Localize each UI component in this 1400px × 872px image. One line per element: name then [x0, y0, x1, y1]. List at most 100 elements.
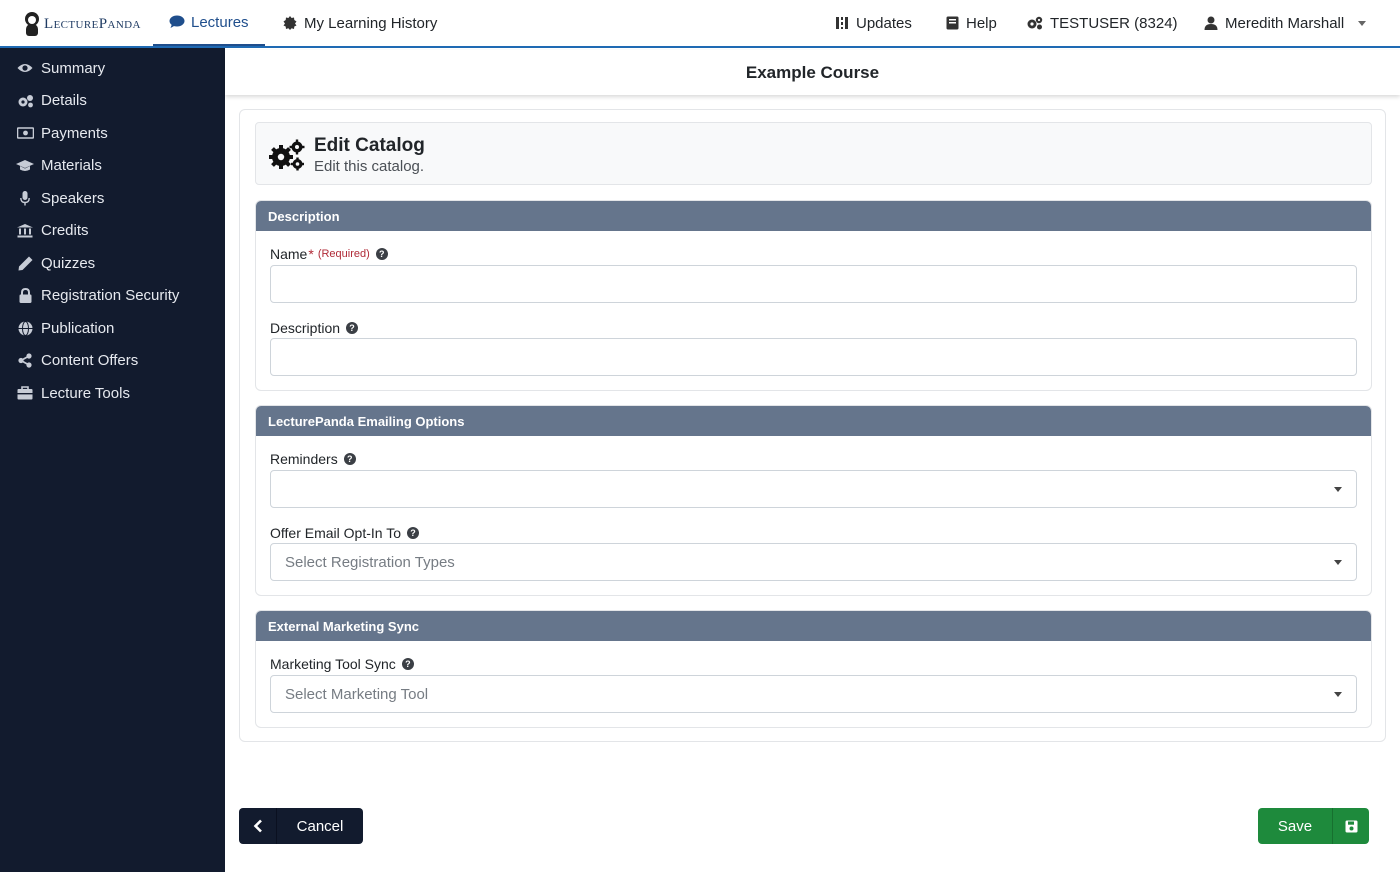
registration-types-placeholder: Select Registration Types — [285, 553, 455, 571]
nav-organization-label: TESTUSER (8324) — [1050, 14, 1178, 32]
gears-icon — [16, 93, 34, 109]
cogs-icon — [269, 139, 305, 171]
sidebar-item-credits[interactable]: Credits — [0, 215, 225, 248]
graduation-cap-icon — [16, 158, 34, 174]
institution-icon — [16, 223, 34, 239]
dropdown-arrow-icon — [1334, 487, 1342, 492]
sidebar-item-summary[interactable]: Summary — [0, 52, 225, 85]
marketing-tool-select[interactable]: Select Marketing Tool — [270, 675, 1357, 713]
nav-lectures[interactable]: Lectures — [153, 0, 265, 46]
marketing-sync-label-text: Marketing Tool Sync — [270, 656, 396, 672]
section-header: LecturePanda Emailing Options — [256, 406, 1371, 436]
save-label: Save — [1277, 817, 1313, 835]
required-text: (Required) — [317, 248, 370, 260]
sidebar-item-registration-security[interactable]: Registration Security — [0, 280, 225, 313]
sidebar-item-label: Materials — [41, 157, 102, 175]
user-icon — [1203, 15, 1219, 31]
nav-help-label: Help — [966, 14, 997, 32]
reminders-select[interactable] — [270, 470, 1357, 508]
floppy-disk-icon — [1332, 808, 1369, 844]
sidebar-item-label: Lecture Tools — [41, 384, 130, 402]
lecturepanda-logo[interactable]: LecturePanda — [24, 10, 141, 38]
chevron-left-icon — [239, 808, 277, 844]
dropdown-arrow-icon — [1334, 560, 1342, 565]
book-icon — [944, 15, 960, 31]
sidebar-item-materials[interactable]: Materials — [0, 150, 225, 183]
cogs-icon — [1026, 15, 1044, 31]
nav-user-menu[interactable]: Meredith Marshall — [1203, 0, 1367, 46]
sidebar-item-lecture-tools[interactable]: Lecture Tools — [0, 377, 225, 410]
globe-icon — [16, 320, 34, 336]
emailing-options-section: LecturePanda Emailing Options Reminders … — [255, 405, 1372, 596]
name-input[interactable] — [270, 265, 1357, 303]
sidebar-item-speakers[interactable]: Speakers — [0, 182, 225, 215]
marketing-sync-label: Marketing Tool Sync ? — [270, 656, 414, 672]
sidebar-item-content-offers[interactable]: Content Offers — [0, 345, 225, 378]
nav-updates-label: Updates — [856, 14, 912, 32]
nav-help[interactable]: Help — [944, 0, 997, 46]
top-navbar: LecturePanda Lectures My Learning Histor… — [0, 0, 1400, 48]
description-label-text: Description — [270, 320, 341, 336]
lock-icon — [16, 288, 34, 304]
share-icon — [16, 353, 34, 369]
marketing-sync-section: External Marketing Sync Marketing Tool S… — [255, 610, 1372, 728]
description-label: Description ? — [270, 320, 359, 336]
page-header: Edit Catalog Edit this catalog. — [255, 122, 1372, 185]
microphone-icon — [16, 190, 34, 206]
toolbox-icon — [16, 385, 34, 401]
sidebar-item-label: Registration Security — [41, 287, 180, 305]
page-subtitle: Edit this catalog. — [314, 158, 425, 175]
nav-user-label: Meredith Marshall — [1225, 14, 1345, 32]
sidebar-item-label: Credits — [41, 222, 89, 240]
question-circle-icon[interactable]: ? — [346, 322, 359, 334]
sidebar-item-label: Quizzes — [41, 254, 96, 272]
section-header: External Marketing Sync — [256, 611, 1371, 641]
section-header: Description — [256, 201, 1371, 231]
pencil-icon — [16, 255, 34, 271]
road-icon — [834, 15, 850, 31]
reminders-label: Reminders ? — [270, 451, 356, 467]
sidebar-item-label: Details — [41, 92, 87, 110]
sidebar-item-publication[interactable]: Publication — [0, 312, 225, 345]
certificate-icon — [282, 15, 298, 31]
chevron-down-icon — [1358, 20, 1367, 26]
nav-learning-history-label: My Learning History — [304, 14, 438, 32]
question-circle-icon[interactable]: ? — [401, 658, 414, 670]
registration-types-select[interactable]: Select Registration Types — [270, 543, 1357, 581]
sidebar-item-label: Publication — [41, 319, 115, 337]
course-title: Example Course — [225, 50, 1400, 95]
page-title: Edit Catalog — [314, 135, 425, 156]
nav-lectures-label: Lectures — [191, 13, 249, 31]
nav-learning-history[interactable]: My Learning History — [282, 0, 437, 46]
question-circle-icon[interactable]: ? — [343, 453, 356, 465]
sidebar-item-label: Payments — [41, 124, 108, 142]
eye-icon — [16, 60, 34, 76]
sidebar-item-label: Content Offers — [41, 352, 139, 370]
optin-label: Offer Email Opt-In To ? — [270, 525, 419, 541]
save-button[interactable]: Save — [1258, 808, 1369, 844]
description-input[interactable] — [270, 338, 1357, 376]
sidebar: Summary Details Payments Materials Speak… — [0, 48, 225, 872]
name-label-text: Name — [270, 246, 308, 262]
marketing-tool-placeholder: Select Marketing Tool — [285, 685, 429, 703]
sidebar-item-payments[interactable]: Payments — [0, 117, 225, 150]
sidebar-item-quizzes[interactable]: Quizzes — [0, 247, 225, 280]
sidebar-item-details[interactable]: Details — [0, 85, 225, 118]
dropdown-arrow-icon — [1334, 692, 1342, 697]
sidebar-item-label: Summary — [41, 59, 106, 77]
logo-text: LecturePanda — [44, 15, 141, 32]
nav-updates[interactable]: Updates — [834, 0, 912, 46]
description-section: Description Name * (Required) ? Descript… — [255, 200, 1372, 391]
cancel-label: Cancel — [296, 817, 344, 835]
required-star: * — [308, 246, 314, 262]
reminders-label-text: Reminders — [270, 451, 338, 467]
edit-catalog-card: Edit Catalog Edit this catalog. Descript… — [239, 109, 1386, 742]
optin-label-text: Offer Email Opt-In To — [270, 525, 401, 541]
sidebar-item-label: Speakers — [41, 189, 105, 207]
name-label: Name * (Required) ? — [270, 246, 388, 262]
nav-organization[interactable]: TESTUSER (8324) — [1026, 0, 1178, 46]
money-bill-icon — [16, 125, 34, 141]
question-circle-icon[interactable]: ? — [375, 248, 388, 260]
cancel-button[interactable]: Cancel — [239, 808, 363, 844]
question-circle-icon[interactable]: ? — [406, 527, 419, 539]
